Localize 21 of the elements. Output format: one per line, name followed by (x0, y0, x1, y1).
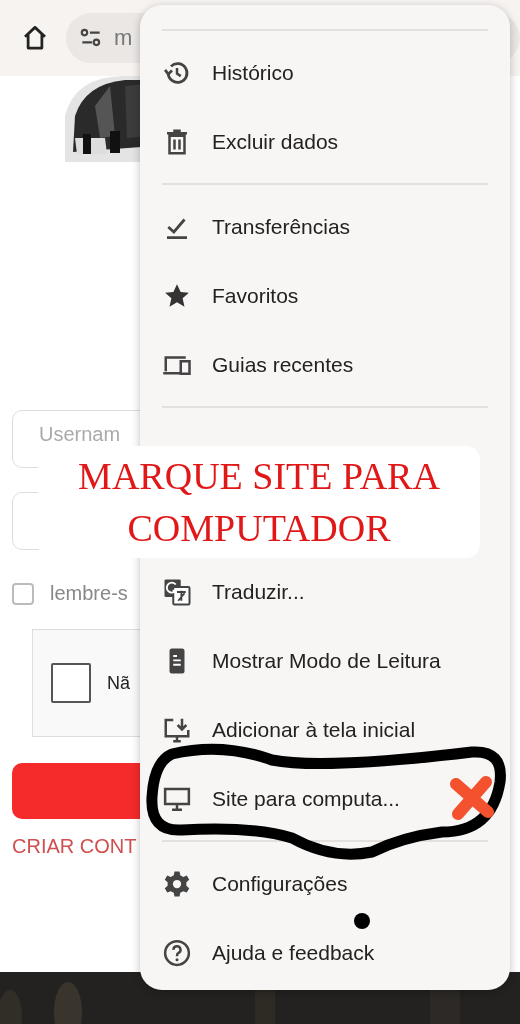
create-account-link[interactable]: CRIAR CONT (12, 835, 137, 858)
url-text: m (114, 25, 133, 51)
remember-checkbox[interactable] (12, 582, 34, 605)
captcha-checkbox[interactable] (51, 663, 91, 703)
remember-label: lembre-s (50, 582, 128, 605)
menu-item[interactable]: Ajuda e feedback (140, 918, 510, 987)
menu-item[interactable]: Guias recentes (140, 330, 510, 399)
menu-item[interactable]: Histórico (140, 38, 510, 107)
captcha-label: Nã (107, 672, 130, 694)
menu-item[interactable]: Adicionar à tela inicial (140, 695, 510, 764)
menu-item[interactable]: Configurações (140, 849, 510, 918)
menu-item[interactable]: Mostrar Modo de Leitura (140, 626, 510, 695)
menu-item[interactable]: Transferências (140, 192, 510, 261)
menu-item[interactable]: Site para computa... (140, 764, 510, 833)
menu-item[interactable]: Favoritos (140, 261, 510, 330)
annotation-text: MARQUE SITE PARA (78, 454, 440, 499)
annotation-text: COMPUTADOR (127, 506, 391, 551)
cross-mark-drawing (450, 776, 494, 820)
menu-item[interactable]: Traduzir... (140, 557, 510, 626)
help-icon (162, 937, 192, 968)
menu-item[interactable]: Excluir dados (140, 107, 510, 176)
